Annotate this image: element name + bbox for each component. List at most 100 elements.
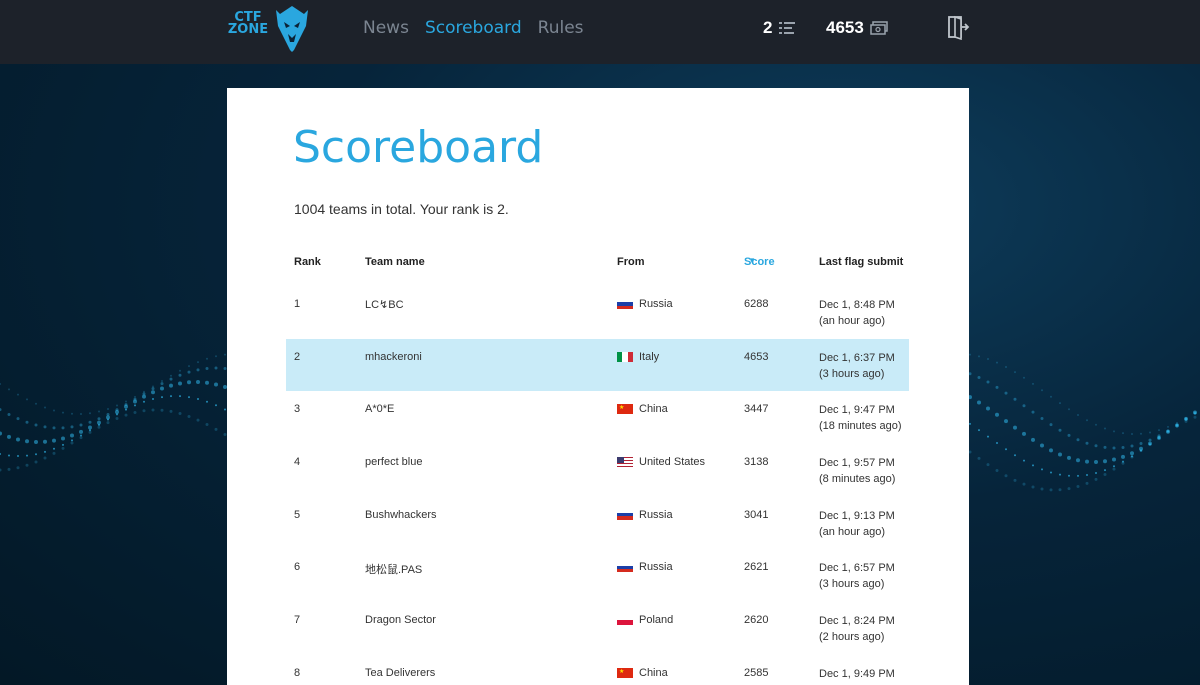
table-row[interactable]: 5 Bushwhackers Russia 3041 Dec 1, 9:13 P… [286, 497, 909, 550]
nav-rules[interactable]: Rules [538, 18, 584, 38]
background-dot [1059, 473, 1061, 476]
background-dot [1140, 432, 1142, 435]
table-row[interactable]: 4 perfect blue United States 3138 Dec 1,… [286, 444, 909, 497]
background-dot [17, 393, 19, 396]
background-dot [196, 380, 200, 385]
country-flag-icon: ★ [617, 404, 633, 415]
background-dot [187, 370, 191, 374]
row-score: 3138 [744, 456, 769, 469]
row-last-submit: Dec 1, 9:57 PM (8 minutes ago) [819, 455, 895, 487]
row-rank: 2 [294, 350, 301, 363]
background-dot [1005, 448, 1007, 451]
column-header-rank[interactable]: Rank [294, 256, 321, 268]
background-dot [969, 422, 971, 425]
row-team-name[interactable]: Bushwhackers [365, 509, 437, 521]
ctf-zone-logo[interactable]: CTF ZONE [226, 4, 314, 54]
background-dot [1013, 425, 1017, 430]
row-team-name[interactable]: Tea Deliverers [365, 667, 435, 679]
background-dot [1094, 444, 1098, 448]
column-header-from[interactable]: From [617, 256, 645, 268]
logout-icon[interactable] [946, 14, 970, 40]
row-last-submit-time: Dec 1, 6:57 PM [819, 562, 895, 575]
background-dot [1068, 474, 1070, 477]
background-dot [88, 430, 92, 434]
background-dot [178, 381, 182, 386]
row-team-name[interactable]: perfect blue [365, 456, 422, 468]
background-dot [1094, 459, 1098, 464]
row-last-submit-time: Dec 1, 9:47 PM [819, 404, 895, 417]
background-dot [1095, 423, 1097, 426]
row-country-name: Russia [639, 561, 673, 574]
background-dot [987, 357, 989, 360]
background-dot [7, 434, 11, 439]
row-team-name[interactable]: Dragon Sector [365, 614, 436, 626]
background-dot [977, 375, 981, 379]
row-country: United States [617, 456, 705, 468]
row-last-submit-relative: (8 minutes ago) [819, 473, 896, 486]
background-dot [1113, 465, 1115, 468]
nav-scoreboard[interactable]: Scoreboard [425, 18, 522, 38]
background-dot [80, 412, 82, 415]
background-dot [115, 417, 119, 421]
background-dot [1076, 458, 1080, 463]
background-dot [7, 412, 11, 416]
background-dot [34, 423, 38, 427]
table-row[interactable]: 7 Dragon Sector Poland 2620 Dec 1, 8:24 … [286, 602, 909, 655]
row-rank: 7 [294, 614, 301, 627]
background-dot [70, 441, 74, 445]
row-last-submit: Dec 1, 9:47 PM (18 minutes ago) [819, 402, 902, 434]
main-nav: News Scoreboard Rules [363, 18, 584, 38]
scoreboard-rows: 1 LC↯BC Russia 6288 Dec 1, 8:48 PM (an h… [286, 286, 909, 685]
row-last-submit-time: Dec 1, 8:48 PM [819, 299, 895, 311]
row-last-submit-relative: (3 hours ago) [819, 367, 885, 380]
table-row[interactable]: 3 A*0*E ★ China 3447 Dec 1, 9:47 PM (18 … [286, 391, 909, 444]
nav-news[interactable]: News [363, 18, 409, 38]
background-dot [70, 433, 74, 438]
background-dot [106, 421, 110, 425]
background-dot [151, 387, 155, 391]
team-score-indicator[interactable]: 4653 [826, 18, 888, 38]
row-country: Poland [617, 614, 673, 626]
background-dot [1085, 459, 1089, 464]
background-dot [79, 429, 83, 434]
row-last-submit-time: Dec 1, 9:49 PM [819, 667, 895, 680]
row-team-name[interactable]: 地松鼠.PAS [365, 561, 422, 577]
background-dot [188, 365, 190, 368]
background-dot [1040, 417, 1044, 421]
team-rank-indicator[interactable]: 2 [763, 18, 796, 38]
background-dot [995, 468, 999, 472]
row-team-name[interactable]: mhackeroni [365, 351, 422, 363]
background-dot [61, 436, 65, 441]
column-header-last-submit[interactable]: Last flag submit [819, 256, 903, 268]
column-header-team[interactable]: Team name [365, 256, 425, 268]
table-row[interactable]: 2 mhackeroni Italy 4653 Dec 1, 6:37 PM (… [286, 338, 909, 392]
background-dot [152, 398, 154, 401]
background-dot [1058, 488, 1062, 492]
dragon-mask-logo-icon [276, 6, 308, 52]
background-dot [88, 425, 92, 430]
background-dot [62, 411, 64, 414]
background-dot [1040, 487, 1044, 491]
background-dot [214, 366, 218, 370]
country-flag-icon [617, 562, 633, 573]
row-team-name[interactable]: LC↯BC [365, 298, 404, 311]
background-dot [61, 426, 65, 430]
background-dot [61, 446, 65, 450]
background-dot [224, 353, 226, 356]
background-dot [133, 411, 137, 415]
table-row[interactable]: 8 Tea Deliverers ★ China 2585 Dec 1, 9:4… [286, 655, 909, 685]
table-row[interactable]: 1 LC↯BC Russia 6288 Dec 1, 8:48 PM (an h… [286, 286, 909, 339]
background-dot [196, 368, 200, 372]
row-rank: 3 [294, 403, 301, 416]
background-dot [133, 399, 137, 404]
background-dot [125, 408, 127, 411]
background-dot [89, 412, 91, 415]
rank-summary: 1004 teams in total. Your rank is 2. [294, 201, 509, 217]
background-dot [160, 408, 164, 412]
row-team-name[interactable]: A*0*E [365, 403, 394, 415]
table-row[interactable]: 6 地松鼠.PAS Russia 2621 Dec 1, 6:57 PM (3 … [286, 549, 909, 602]
background-dot [43, 439, 47, 444]
background-dot [1031, 485, 1035, 489]
background-dot [25, 463, 29, 467]
row-country: Russia [617, 298, 673, 310]
